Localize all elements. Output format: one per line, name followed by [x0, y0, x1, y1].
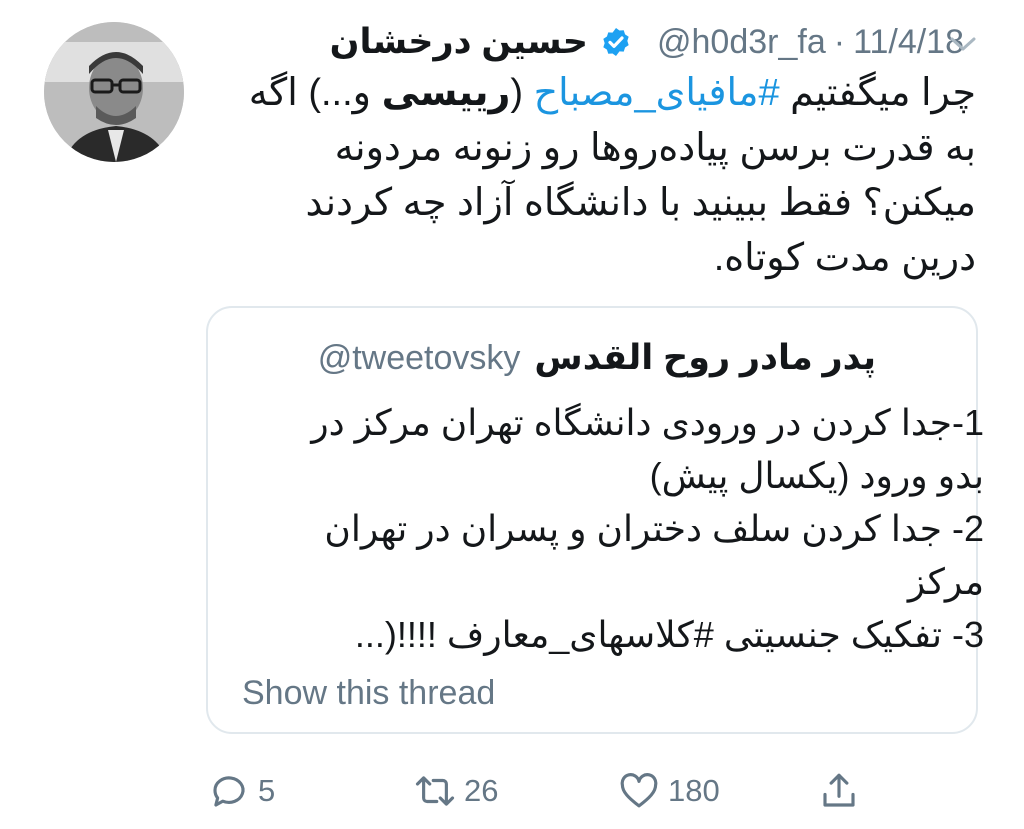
quoted-line: 1-جدا کردن در ورودی دانشگاه تهران مرکز د… — [311, 402, 984, 443]
heart-icon — [620, 773, 658, 808]
verified-badge-icon — [603, 28, 629, 56]
tweet-header: @h0d3r_fa · 11/4/18 — [657, 16, 964, 68]
like-button[interactable]: 180 — [618, 770, 720, 812]
avatar-photo — [44, 22, 184, 162]
author-name-group: حسین درخشان — [330, 16, 644, 68]
share-button[interactable] — [818, 770, 860, 812]
quoted-line: مرکز — [907, 561, 984, 602]
reply-count: 5 — [258, 773, 276, 808]
retweet-icon — [415, 776, 455, 806]
author-avatar[interactable] — [44, 22, 184, 162]
show-thread-link[interactable]: Show this thread — [242, 674, 495, 713]
reply-button[interactable]: 5 — [208, 770, 275, 812]
tweet-text-part2: ( — [510, 72, 534, 114]
quoted-line: بدو ورود (یکسال پیش) — [649, 455, 984, 496]
chevron-down-icon[interactable] — [948, 34, 978, 54]
quoted-tweet-header: @tweetovsky پدر مادر روح القدس — [318, 328, 876, 388]
quoted-line: 2- جدا کردن سلف دختران و پسران در تهران — [324, 508, 984, 549]
tweet-text-bold: رییسی — [381, 72, 511, 114]
tweet-text-part1: چرا میگفتیم — [779, 72, 976, 114]
quoted-handle: @tweetovsky — [317, 338, 521, 377]
author-handle[interactable]: @h0d3r_fa — [657, 23, 826, 62]
quoted-tweet-body: 1-جدا کردن در ورودی دانشگاه تهران مرکز د… — [284, 396, 984, 661]
tweet-body: چرا میگفتیم #مافیای_مصباح (رییسی و...) ا… — [236, 66, 976, 286]
author-display-name[interactable]: حسین درخشان — [330, 22, 588, 62]
quoted-display-name: پدر مادر روح القدس — [534, 338, 876, 377]
tweet-actions: 5 26 180 — [0, 756, 1024, 828]
reply-icon — [213, 776, 245, 807]
like-count: 180 — [668, 773, 720, 808]
quoted-line: 3- تفکیک جنسیتی #کلاسهای_معارف !!!!(... — [354, 614, 984, 655]
header-separator: · — [833, 22, 846, 61]
retweet-count: 26 — [464, 773, 499, 808]
hashtag-link[interactable]: #مافیای_مصباح — [534, 72, 780, 114]
share-icon — [823, 773, 855, 807]
retweet-button[interactable]: 26 — [414, 770, 498, 812]
